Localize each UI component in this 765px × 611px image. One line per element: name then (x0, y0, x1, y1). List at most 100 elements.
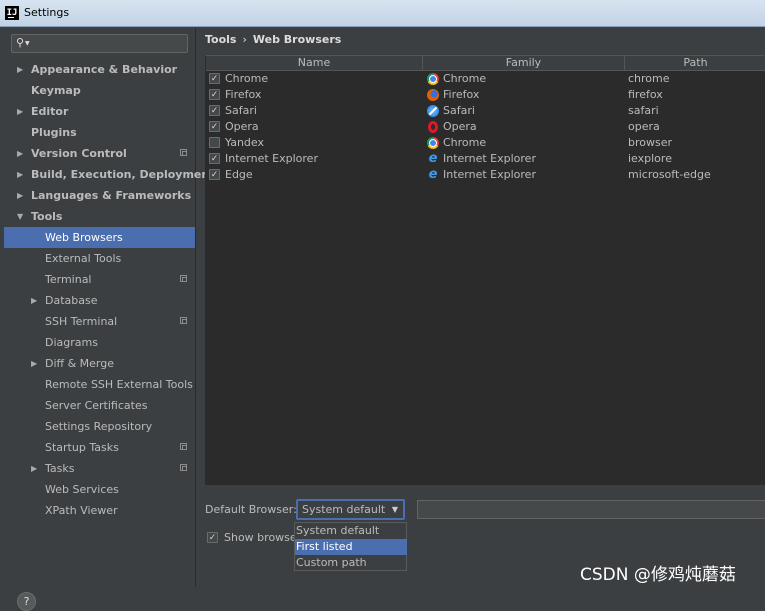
sidebar-item-label: Terminal (45, 273, 92, 286)
show-browser-checkbox[interactable]: ✓ (207, 532, 218, 543)
sidebar-item-server-certificates[interactable]: Server Certificates (4, 395, 195, 416)
sidebar-item-label: Tools (31, 210, 63, 223)
column-header-path[interactable]: Path (625, 56, 765, 70)
column-header-family[interactable]: Family (423, 56, 625, 70)
expand-right-icon[interactable]: ▶ (31, 290, 37, 311)
expand-right-icon[interactable]: ▶ (31, 353, 37, 374)
default-browser-select[interactable]: System default ▼ (296, 499, 405, 520)
sidebar-item-tools[interactable]: ▼ Tools (4, 206, 195, 227)
default-browser-dropdown: System default First listed Custom path (294, 522, 407, 571)
browser-path-cell[interactable]: browser (628, 135, 672, 151)
sidebar-item-ssh-terminal[interactable]: SSH Terminal (4, 311, 195, 332)
expand-right-icon[interactable]: ▶ (17, 164, 23, 185)
table-row[interactable]: ✓ Edge e Internet Explorer microsoft-edge (206, 167, 765, 183)
sidebar-item-editor[interactable]: ▶ Editor (4, 101, 195, 122)
expand-right-icon[interactable]: ▶ (17, 101, 23, 122)
sidebar-item-keymap[interactable]: Keymap (4, 80, 195, 101)
sidebar-item-version-control[interactable]: ▶ Version Control (4, 143, 195, 164)
row-enabled-checkbox[interactable]: ✓ (209, 121, 220, 132)
dropdown-option-first-listed[interactable]: First listed (295, 539, 407, 555)
expand-down-icon[interactable]: ▼ (17, 206, 23, 227)
row-enabled-checkbox[interactable] (209, 137, 220, 148)
search-box[interactable]: ⚲ ▼ (11, 34, 188, 53)
row-enabled-checkbox[interactable]: ✓ (209, 89, 220, 100)
browser-path-cell[interactable]: safari (628, 103, 659, 119)
sidebar-item-settings-repository[interactable]: Settings Repository (4, 416, 195, 437)
sidebar-item-tasks[interactable]: ▶ Tasks (4, 458, 195, 479)
browser-path-cell[interactable]: microsoft-edge (628, 167, 711, 183)
browser-name-cell[interactable]: Internet Explorer (225, 151, 318, 167)
expand-right-icon[interactable]: ▶ (17, 143, 23, 164)
browser-family-cell[interactable]: Safari (443, 103, 475, 119)
watermark: CSDN @修鸡炖蘑菇 (580, 565, 736, 585)
sidebar-item-label: Languages & Frameworks (31, 189, 192, 202)
sidebar-item-plugins[interactable]: Plugins (4, 122, 195, 143)
sidebar-item-label: Appearance & Behavior (31, 63, 178, 76)
sidebar-item-build-execution-deployment[interactable]: ▶ Build, Execution, Deployment (4, 164, 214, 185)
sidebar-item-label: External Tools (45, 252, 122, 265)
sidebar-item-diff-merge[interactable]: ▶ Diff & Merge (4, 353, 195, 374)
help-button[interactable]: ? (17, 592, 36, 611)
sidebar-item-startup-tasks[interactable]: Startup Tasks (4, 437, 195, 458)
sidebar-item-label: Keymap (31, 84, 81, 97)
sidebar-item-terminal[interactable]: Terminal (4, 269, 195, 290)
table-row[interactable]: ✓ Internet Explorer e Internet Explorer iexp… (206, 151, 765, 167)
table-row[interactable]: ✓ Firefox Firefox firefox (206, 87, 765, 103)
row-enabled-checkbox[interactable]: ✓ (209, 105, 220, 116)
browser-name-cell[interactable]: Edge (225, 167, 253, 183)
browser-family-cell[interactable]: Internet Explorer (443, 151, 536, 167)
browser-name-cell[interactable]: Opera (225, 119, 259, 135)
browser-path-cell[interactable]: firefox (628, 87, 663, 103)
browser-family-cell[interactable]: Chrome (443, 135, 486, 151)
browser-family-cell[interactable]: Internet Explorer (443, 167, 536, 183)
expand-right-icon[interactable]: ▶ (31, 458, 37, 479)
browser-name-cell[interactable]: Safari (225, 103, 257, 119)
column-header-name[interactable]: Name (206, 56, 423, 70)
table-row[interactable]: ✓ Chrome Chrome chrome (206, 71, 765, 87)
sidebar-item-xpath-viewer[interactable]: XPath Viewer (4, 500, 195, 521)
browser-family-cell[interactable]: Opera (443, 119, 477, 135)
expand-right-icon[interactable]: ▶ (17, 59, 23, 80)
row-enabled-checkbox[interactable]: ✓ (209, 73, 220, 84)
sidebar-item-diagrams[interactable]: Diagrams (4, 332, 195, 353)
breadcrumb-current: Web Browsers (252, 33, 342, 46)
dropdown-option-system-default[interactable]: System default (295, 523, 407, 539)
browser-name-cell[interactable]: Chrome (225, 71, 268, 87)
chrome-icon (427, 73, 439, 85)
browser-name-cell[interactable]: Firefox (225, 87, 261, 103)
sidebar-item-label: Editor (31, 105, 69, 118)
sidebar-item-database[interactable]: ▶ Database (4, 290, 195, 311)
expand-right-icon[interactable]: ▶ (17, 185, 23, 206)
safari-icon (427, 105, 439, 117)
table-row[interactable]: ✓ Safari Safari safari (206, 103, 765, 119)
browser-family-cell[interactable]: Chrome (443, 71, 486, 87)
sidebar-item-external-tools[interactable]: External Tools (4, 248, 195, 269)
project-settings-icon (180, 275, 187, 282)
sidebar-item-label: XPath Viewer (45, 504, 118, 517)
browser-path-cell[interactable]: opera (628, 119, 660, 135)
project-settings-icon (180, 464, 187, 471)
search-icon[interactable]: ⚲ (16, 36, 24, 49)
table-row[interactable]: ✓ Opera Opera opera (206, 119, 765, 135)
sidebar-item-appearance-behavior[interactable]: ▶ Appearance & Behavior (4, 59, 195, 80)
browser-path-cell[interactable]: chrome (628, 71, 670, 87)
table-row[interactable]: Yandex Chrome browser (206, 135, 765, 151)
settings-sidebar: ⚲ ▼ ▶ Appearance & Behavior Keymap ▶ Editor P… (0, 28, 214, 611)
browser-family-cell[interactable]: Firefox (443, 87, 479, 103)
row-enabled-checkbox[interactable]: ✓ (209, 169, 220, 180)
sidebar-item-label: Settings Repository (45, 420, 153, 433)
chevron-down-icon[interactable]: ▼ (25, 40, 30, 47)
sidebar-item-web-services[interactable]: Web Services (4, 479, 195, 500)
sidebar-item-label: Startup Tasks (45, 441, 119, 454)
dropdown-option-custom-path[interactable]: Custom path (295, 555, 407, 571)
row-enabled-checkbox[interactable]: ✓ (209, 153, 220, 164)
project-settings-icon (180, 317, 187, 324)
browser-name-cell[interactable]: Yandex (225, 135, 264, 151)
browser-path-cell[interactable]: iexplore (628, 151, 672, 167)
search-input[interactable] (36, 36, 188, 53)
breadcrumb-parent[interactable]: Tools (205, 33, 236, 46)
sidebar-item-remote-ssh-external-tools[interactable]: Remote SSH External Tools (4, 374, 195, 395)
browser-path-field[interactable] (417, 500, 765, 519)
sidebar-item-web-browsers[interactable]: Web Browsers (4, 227, 195, 248)
sidebar-item-languages-frameworks[interactable]: ▶ Languages & Frameworks (4, 185, 195, 206)
